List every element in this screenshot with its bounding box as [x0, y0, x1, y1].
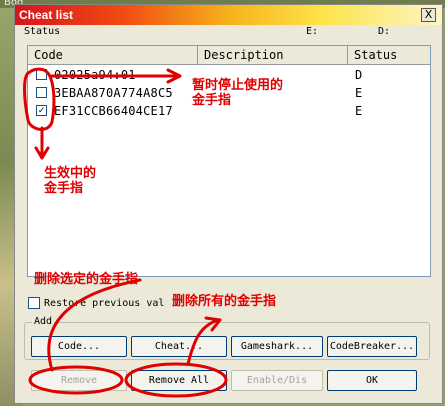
restore-previous-option[interactable]: Restore previous val [28, 297, 164, 309]
title-bar[interactable]: Cheat list X [15, 5, 442, 25]
status-label: Status [24, 26, 61, 37]
annotation-delete-selected: 删除选定的金手指 [34, 272, 139, 287]
status-d-label: D: [378, 26, 391, 37]
cheat-status: D [355, 68, 363, 82]
cheat-code: 3EBAA870A774A8C5 [54, 86, 173, 100]
row-checkbox[interactable] [36, 69, 47, 80]
remove-button[interactable]: Remove [31, 370, 127, 391]
annotation-paused-cheat: 暂时停止使用的 金手指 [192, 78, 284, 108]
add-code-button[interactable]: Code... [31, 336, 127, 357]
remove-all-button[interactable]: Remove All [131, 370, 227, 391]
status-bar: Status E: D: [22, 26, 437, 40]
row-checkbox[interactable] [36, 87, 47, 98]
add-codebreaker-button[interactable]: CodeBreaker... [327, 336, 417, 357]
add-group-label: Add [32, 316, 55, 327]
list-header: Code Description Status [28, 46, 430, 65]
row-checkbox-checked[interactable]: ✓ [36, 105, 47, 116]
ok-button[interactable]: OK [327, 370, 417, 391]
add-cheat-button[interactable]: Cheat... [131, 336, 227, 357]
column-header-description[interactable]: Description [198, 46, 348, 64]
close-button[interactable]: X [421, 8, 436, 22]
annotation-delete-all: 删除所有的金手指 [172, 294, 277, 309]
column-header-code[interactable]: Code [28, 46, 198, 64]
cheat-status: E [355, 86, 363, 100]
enable-disable-button[interactable]: Enable/Dis [231, 370, 323, 391]
cheat-code: 02025a94:01 [54, 68, 136, 82]
restore-label: Restore previous val [44, 298, 165, 309]
column-header-status[interactable]: Status [348, 46, 430, 64]
status-e-label: E: [306, 26, 319, 37]
cheat-status: E [355, 104, 363, 118]
annotation-active-cheat: 生效中的 金手指 [44, 166, 97, 196]
add-gameshark-button[interactable]: Gameshark... [231, 336, 323, 357]
dialog-title: Cheat list [19, 8, 74, 22]
restore-checkbox[interactable] [28, 297, 40, 309]
cheat-code: EF31CCB66404CE17 [54, 104, 173, 118]
